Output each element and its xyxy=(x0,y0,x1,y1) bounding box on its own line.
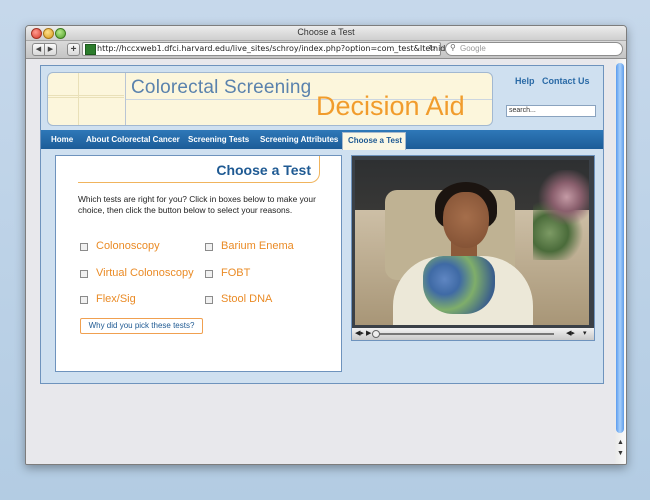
scroll-up-icon[interactable]: ▲ xyxy=(617,439,624,446)
browser-window: Choose a Test ◀ ▶ + http://hccxweb1.dfci… xyxy=(25,25,627,465)
nav-screening-tests[interactable]: Screening Tests xyxy=(188,130,249,149)
video-player[interactable]: ◀▸ ▶ ◀▸ ▾ xyxy=(351,155,595,341)
main-nav: Home About Colorectal Cancer Screening T… xyxy=(41,130,603,150)
option-label: FOBT xyxy=(221,267,251,279)
video-controls: ◀▸ ▶ ◀▸ ▾ xyxy=(352,328,594,340)
browser-toolbar: ◀ ▶ + http://hccxweb1.dfci.harvard.edu/l… xyxy=(26,41,626,59)
panel-title: Choose a Test xyxy=(216,162,311,178)
help-link[interactable]: Help xyxy=(515,76,535,86)
checkbox[interactable] xyxy=(80,296,88,304)
site-favicon-icon xyxy=(85,44,96,55)
address-text: http://hccxweb1.dfci.harvard.edu/live_si… xyxy=(97,44,463,53)
contact-us-link[interactable]: Contact Us xyxy=(542,76,590,86)
nav-choose-a-test[interactable]: Choose a Test xyxy=(342,132,406,150)
browser-search-placeholder: Google xyxy=(460,44,486,53)
checkbox[interactable] xyxy=(80,243,88,251)
reload-icon[interactable]: ↻ xyxy=(428,43,436,54)
video-frame[interactable] xyxy=(355,160,589,325)
site-title-line2: Decision Aid xyxy=(316,91,465,121)
option-label: Barium Enema xyxy=(221,240,294,252)
scrollbar-thumb[interactable] xyxy=(616,63,624,433)
option-label: Stool DNA xyxy=(221,293,273,305)
video-progress-knob[interactable] xyxy=(372,330,380,338)
play-icon[interactable]: ▶ xyxy=(366,329,371,337)
site-title-line1: Colorectal Screening xyxy=(131,77,312,98)
search-icon: ⚲ xyxy=(450,43,456,52)
checkbox[interactable] xyxy=(205,243,213,251)
volume-level-icon[interactable]: ◀▸ xyxy=(566,329,575,337)
add-bookmark-button[interactable]: + xyxy=(67,43,80,56)
option-label: Virtual Colonoscopy xyxy=(96,267,194,279)
instructions-text: Which tests are right for you? Click in … xyxy=(78,194,316,215)
nav-choose-a-test-label: Choose a Test xyxy=(348,136,403,145)
site-container: Colorectal Screening Decision Aid Help C… xyxy=(40,65,604,384)
checkbox[interactable] xyxy=(80,270,88,278)
browser-search-field[interactable]: ⚲ Google xyxy=(445,42,623,56)
menu-icon[interactable]: ▾ xyxy=(583,329,587,337)
checkbox[interactable] xyxy=(205,270,213,278)
nav-home[interactable]: Home xyxy=(51,130,73,149)
video-progress-track[interactable] xyxy=(376,333,554,335)
header-decoration xyxy=(48,73,124,125)
nav-screening-attributes[interactable]: Screening Attributes xyxy=(260,130,338,149)
panel-header: Choose a Test xyxy=(78,156,320,183)
option-label: Flex/Sig xyxy=(96,293,136,305)
nav-about-colorectal-cancer[interactable]: About Colorectal Cancer xyxy=(86,130,180,149)
volume-icon[interactable]: ◀▸ xyxy=(355,329,364,337)
window-title: Choose a Test xyxy=(297,27,355,37)
video-flowers xyxy=(533,170,589,260)
site-header-banner: Colorectal Screening Decision Aid xyxy=(47,72,493,126)
presenter-face xyxy=(443,192,489,248)
site-search-input[interactable]: search... xyxy=(506,105,596,117)
vertical-scrollbar[interactable]: ▲ ▼ xyxy=(615,59,626,464)
page-viewport: Colorectal Screening Decision Aid Help C… xyxy=(26,59,615,464)
forward-button[interactable]: ▶ xyxy=(44,43,57,56)
choose-test-panel: Choose a Test Which tests are right for … xyxy=(55,155,342,372)
checkbox[interactable] xyxy=(205,296,213,304)
option-label: Colonoscopy xyxy=(96,240,160,252)
presenter-scarf xyxy=(423,256,495,314)
scroll-down-icon[interactable]: ▼ xyxy=(617,450,624,457)
window-titlebar: Choose a Test xyxy=(26,26,626,41)
why-pick-tests-button[interactable]: Why did you pick these tests? xyxy=(80,318,203,334)
address-bar[interactable]: http://hccxweb1.dfci.harvard.edu/live_si… xyxy=(82,42,462,56)
